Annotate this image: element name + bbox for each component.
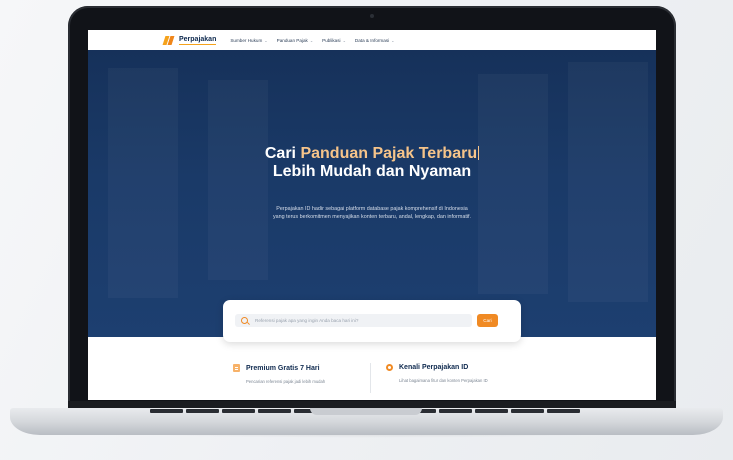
brand-logo[interactable]: Perpajakan	[162, 35, 217, 45]
webcam-icon	[370, 14, 374, 18]
card-description: Lihat bagaimana fitur dan konten Perpaja…	[399, 378, 488, 383]
laptop-notch	[310, 408, 422, 415]
search-icon	[241, 317, 248, 324]
card-description: Pencarian referensi pajak jadi lebih mud…	[246, 379, 326, 384]
bookshelf-decor	[478, 74, 548, 294]
card-title: Premium Gratis 7 Hari	[246, 364, 320, 372]
chevron-down-icon: ⌄	[309, 37, 314, 43]
search-placeholder: Referensi pajak apa yang ingin Anda baca…	[255, 318, 359, 323]
hero-title-highlight: Panduan Pajak Terbaru	[300, 145, 478, 162]
search-button[interactable]: Cari	[477, 314, 498, 327]
chevron-down-icon: ⌄	[391, 37, 395, 43]
feature-cards: Premium Gratis 7 Hari Pencarian referens…	[88, 337, 656, 400]
search-card: Referensi pajak apa yang ingin Anda baca…	[223, 300, 521, 342]
nav-menu: Sumber Hukum ⌄ Panduan Pajak ⌄ Publikasi ⌄ …	[230, 38, 403, 43]
nav-item-publikasi[interactable]: Publikasi ⌄	[322, 38, 346, 43]
logo-text: Perpajakan	[179, 35, 217, 45]
nav-item-data-informasi[interactable]: Data & Informasi ⌄	[355, 38, 395, 43]
card-premium-trial[interactable]: Premium Gratis 7 Hari Pencarian referens…	[233, 364, 325, 384]
document-icon	[233, 364, 240, 372]
text-cursor	[478, 146, 480, 160]
hero-title-line2: Lebih Mudah dan Nyaman	[272, 163, 472, 180]
location-pin-icon	[386, 364, 393, 371]
card-divider	[370, 363, 371, 393]
bookshelf-decor	[108, 68, 178, 298]
logo-mark-icon	[162, 35, 175, 45]
hero-title-line1: Cari Panduan Pajak Terbaru	[264, 145, 480, 162]
nav-item-sumber-hukum[interactable]: Sumber Hukum ⌄	[230, 38, 267, 43]
chevron-down-icon: ⌄	[264, 37, 268, 43]
search-input[interactable]: Referensi pajak apa yang ingin Anda baca…	[235, 314, 472, 327]
nav-item-panduan-pajak[interactable]: Panduan Pajak ⌄	[277, 38, 314, 43]
card-title: Kenali Perpajakan ID	[399, 364, 469, 371]
hero-section: Cari Panduan Pajak Terbaru Lebih Mudah d…	[88, 50, 656, 337]
laptop-screen: Perpajakan Sumber Hukum ⌄ Panduan Pajak ⌄ …	[88, 30, 656, 400]
top-navbar: Perpajakan Sumber Hukum ⌄ Panduan Pajak ⌄ …	[88, 30, 656, 51]
chevron-down-icon: ⌄	[342, 37, 346, 43]
bookshelf-decor	[568, 62, 648, 302]
hero-subtitle: Perpajakan ID hadir sebagai platform dat…	[272, 206, 472, 220]
card-about[interactable]: Kenali Perpajakan ID Lihat bagaimana fit…	[386, 364, 488, 383]
